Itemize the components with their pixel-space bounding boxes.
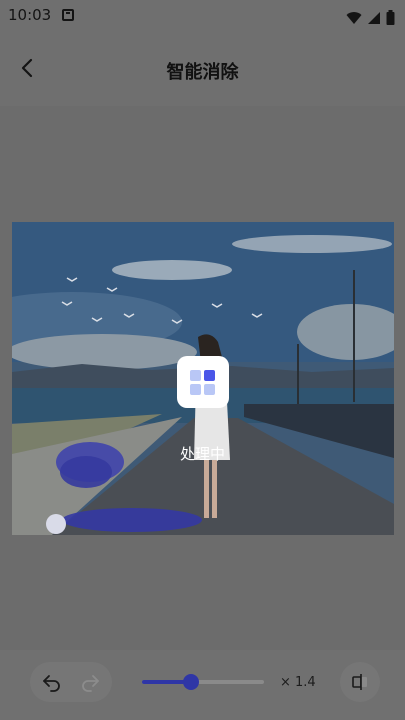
status-bar: 10:03 [0,0,405,30]
status-time: 10:03 [8,6,52,24]
processing-label: 处理中 [179,445,225,463]
slider-thumb[interactable] [182,674,199,690]
app-bar: 智能消除 [0,30,405,106]
battery-icon [386,10,395,25]
undo-button[interactable] [40,670,64,694]
notification-a-icon [62,9,74,21]
undo-icon [43,675,60,692]
compare-icon [352,674,367,690]
page-title: 智能消除 [166,62,239,83]
system-icons [346,7,395,25]
redo-icon [82,675,99,692]
compare-button[interactable] [340,662,380,702]
wifi-icon [346,11,362,24]
zoom-level: × 1.4 [280,675,316,690]
redo-button[interactable] [78,670,102,694]
undo-redo-group [30,662,112,702]
signal-icon [367,11,380,24]
bottom-toolbar: × 1.4 [0,650,405,720]
editing-canvas[interactable]: 处理中 [0,106,405,650]
processing-loader [177,356,229,408]
brush-size-slider[interactable] [142,674,264,690]
